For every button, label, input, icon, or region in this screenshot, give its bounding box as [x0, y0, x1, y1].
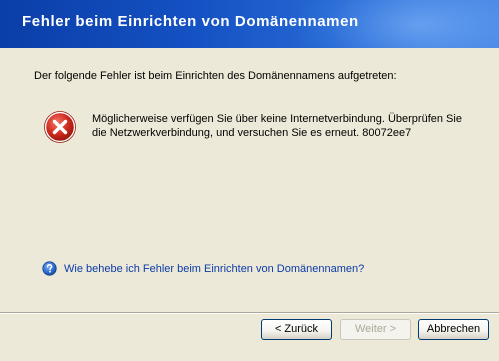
- back-button[interactable]: < Zurück: [261, 319, 332, 340]
- next-button[interactable]: Weiter >: [340, 319, 411, 340]
- button-divider: [0, 312, 499, 314]
- dialog-window: Fehler beim Einrichten von Domänennamen …: [0, 0, 499, 361]
- help-link-row[interactable]: Wie behebe ich Fehler beim Einrichten vo…: [42, 261, 364, 276]
- cancel-button[interactable]: Abbrechen: [418, 319, 489, 340]
- error-message: Möglicherweise verfügen Sie über keine I…: [92, 113, 462, 139]
- intro-text: Der folgende Fehler ist beim Einrichten …: [34, 70, 397, 82]
- bottom-strip: [0, 350, 499, 361]
- dialog-title: Fehler beim Einrichten von Domänennamen: [22, 13, 359, 30]
- help-link[interactable]: Wie behebe ich Fehler beim Einrichten vo…: [64, 263, 364, 275]
- dialog-header: Fehler beim Einrichten von Domänennamen: [0, 0, 499, 48]
- dialog-content: Der folgende Fehler ist beim Einrichten …: [0, 48, 499, 312]
- help-question-icon: [42, 261, 57, 276]
- error-x-icon: [44, 111, 76, 143]
